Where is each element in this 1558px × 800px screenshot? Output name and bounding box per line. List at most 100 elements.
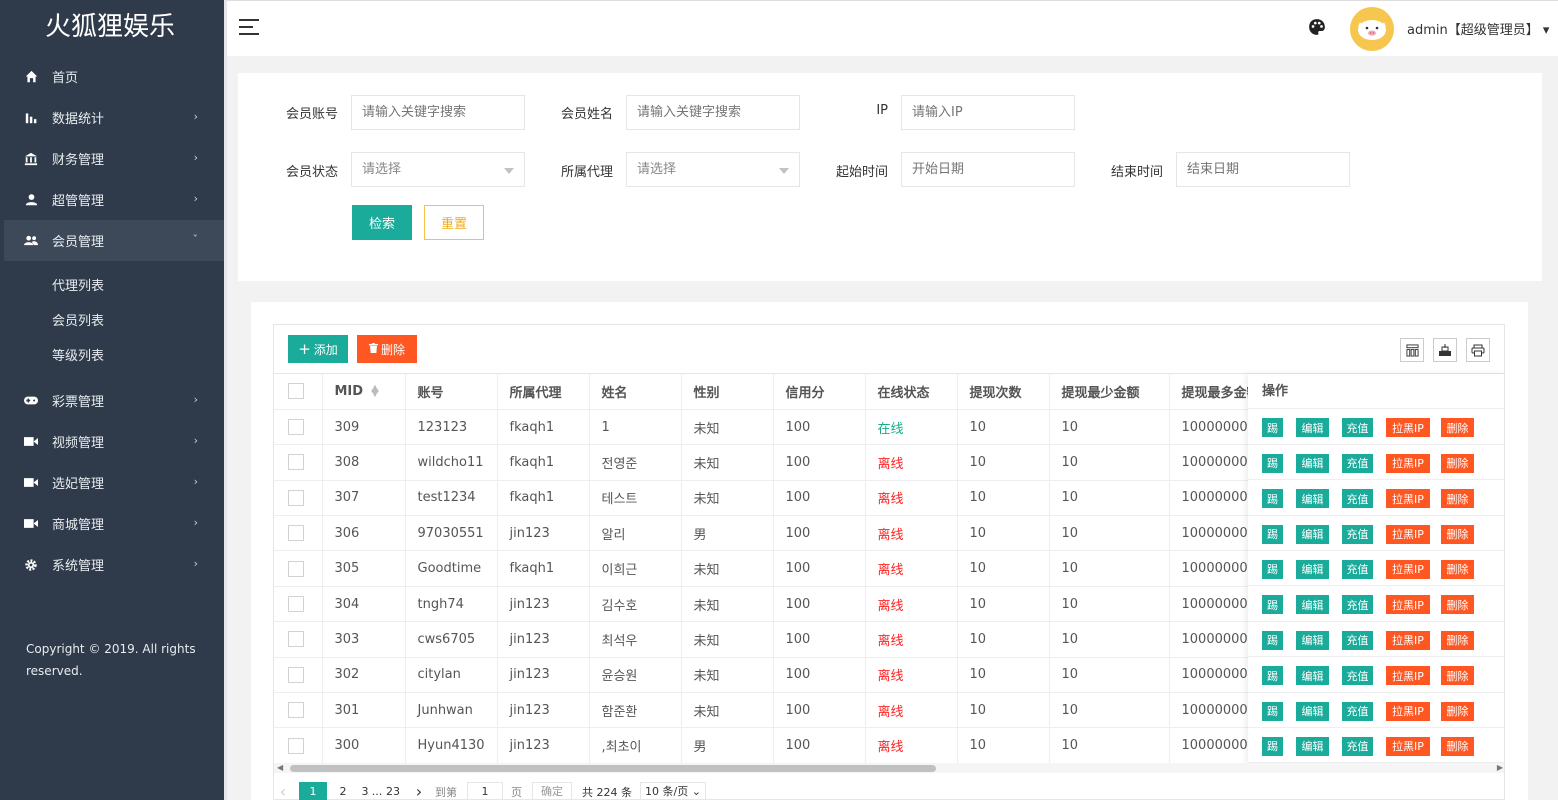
- row-checkbox[interactable]: [274, 444, 323, 481]
- submenu-item-agents[interactable]: 代理列表: [0, 269, 224, 304]
- blacklist-ip-button[interactable]: 拉黑IP: [1386, 666, 1430, 686]
- sidebar-item-mall[interactable]: 商城管理 ›: [0, 503, 224, 544]
- kick-button[interactable]: 踢: [1262, 559, 1283, 579]
- name-search-input[interactable]: [626, 95, 800, 130]
- edit-button[interactable]: 编辑: [1296, 666, 1329, 686]
- delete-row-button[interactable]: 删除: [1441, 524, 1474, 544]
- blacklist-ip-button[interactable]: 拉黑IP: [1386, 701, 1430, 721]
- reset-button[interactable]: 重置: [424, 205, 484, 240]
- blacklist-ip-button[interactable]: 拉黑IP: [1386, 453, 1430, 473]
- row-checkbox[interactable]: [274, 515, 323, 552]
- sidebar-item-finance[interactable]: 财务管理 ›: [0, 138, 224, 179]
- ip-search-input[interactable]: [901, 95, 1075, 130]
- recharge-button[interactable]: 充值: [1342, 559, 1373, 579]
- end-date-input[interactable]: [1176, 152, 1350, 187]
- scroll-left-icon[interactable]: ◀: [277, 763, 283, 772]
- delete-row-button[interactable]: 删除: [1441, 453, 1474, 473]
- scroll-right-icon[interactable]: ▶: [1497, 763, 1503, 772]
- recharge-button[interactable]: 充值: [1342, 595, 1373, 615]
- blacklist-ip-button[interactable]: 拉黑IP: [1386, 736, 1430, 756]
- recharge-button[interactable]: 充值: [1342, 489, 1373, 509]
- row-checkbox[interactable]: [274, 727, 323, 764]
- blacklist-ip-button[interactable]: 拉黑IP: [1386, 418, 1430, 438]
- goto-confirm-button[interactable]: 确定: [532, 782, 572, 800]
- kick-button[interactable]: 踢: [1262, 736, 1283, 756]
- row-checkbox[interactable]: [274, 480, 323, 517]
- scrollbar-thumb[interactable]: [290, 765, 936, 772]
- page-1-button[interactable]: 1: [299, 782, 327, 800]
- avatar[interactable]: [1350, 7, 1394, 51]
- kick-button[interactable]: 踢: [1262, 701, 1283, 721]
- kick-button[interactable]: 踢: [1262, 595, 1283, 615]
- sidebar-item-home[interactable]: 首页: [0, 56, 224, 97]
- edit-button[interactable]: 编辑: [1296, 630, 1329, 650]
- edit-button[interactable]: 编辑: [1296, 701, 1329, 721]
- edit-button[interactable]: 编辑: [1296, 736, 1329, 756]
- delete-row-button[interactable]: 删除: [1441, 666, 1474, 686]
- row-checkbox[interactable]: [274, 409, 323, 446]
- export-icon[interactable]: [1433, 338, 1457, 362]
- submenu-item-members[interactable]: 会员列表: [0, 304, 224, 339]
- delete-row-button[interactable]: 删除: [1441, 736, 1474, 756]
- horizontal-scrollbar[interactable]: ◀ ▶: [274, 763, 1504, 773]
- next-page-button[interactable]: ›: [409, 782, 429, 800]
- search-button[interactable]: 检索: [352, 205, 412, 240]
- row-checkbox[interactable]: [274, 692, 323, 729]
- sidebar-item-super-admin[interactable]: 超管管理 ›: [0, 179, 224, 220]
- delete-row-button[interactable]: 删除: [1441, 418, 1474, 438]
- kick-button[interactable]: 踢: [1262, 524, 1283, 544]
- submenu-item-levels[interactable]: 等级列表: [0, 339, 224, 374]
- blacklist-ip-button[interactable]: 拉黑IP: [1386, 524, 1430, 544]
- recharge-button[interactable]: 充值: [1342, 418, 1373, 438]
- page-2-button[interactable]: 2: [333, 782, 353, 800]
- sidebar-item-statistics[interactable]: 数据统计 ›: [0, 97, 224, 138]
- kick-button[interactable]: 踢: [1262, 489, 1283, 509]
- start-date-input[interactable]: [901, 152, 1075, 187]
- delete-row-button[interactable]: 删除: [1441, 595, 1474, 615]
- edit-button[interactable]: 编辑: [1296, 559, 1329, 579]
- delete-row-button[interactable]: 删除: [1441, 630, 1474, 650]
- column-header-mid[interactable]: MID ▲ ▼: [322, 374, 406, 410]
- row-checkbox[interactable]: [274, 586, 323, 623]
- edit-button[interactable]: 编辑: [1296, 453, 1329, 473]
- edit-button[interactable]: 编辑: [1296, 418, 1329, 438]
- delete-row-button[interactable]: 删除: [1441, 489, 1474, 509]
- blacklist-ip-button[interactable]: 拉黑IP: [1386, 630, 1430, 650]
- sidebar-item-members[interactable]: 会员管理 ˇ: [0, 220, 224, 261]
- kick-button[interactable]: 踢: [1262, 453, 1283, 473]
- recharge-button[interactable]: 充值: [1342, 453, 1373, 473]
- row-checkbox[interactable]: [274, 657, 323, 694]
- recharge-button[interactable]: 充值: [1342, 736, 1373, 756]
- delete-row-button[interactable]: 删除: [1441, 559, 1474, 579]
- delete-row-button[interactable]: 删除: [1441, 701, 1474, 721]
- blacklist-ip-button[interactable]: 拉黑IP: [1386, 559, 1430, 579]
- page-3-button[interactable]: 3: [359, 782, 371, 800]
- blacklist-ip-button[interactable]: 拉黑IP: [1386, 595, 1430, 615]
- edit-button[interactable]: 编辑: [1296, 595, 1329, 615]
- add-button[interactable]: + 添加: [288, 335, 348, 363]
- row-checkbox[interactable]: [274, 550, 323, 587]
- print-icon[interactable]: [1466, 338, 1490, 362]
- kick-button[interactable]: 踢: [1262, 630, 1283, 650]
- menu-toggle-icon[interactable]: [239, 19, 259, 35]
- sort-icon[interactable]: ▲ ▼: [371, 384, 379, 399]
- sidebar-item-lottery[interactable]: 彩票管理 ›: [0, 380, 224, 421]
- per-page-select[interactable]: 10 条/页 ⌄: [640, 782, 706, 800]
- delete-button[interactable]: 删除: [357, 335, 417, 363]
- sidebar-item-concubine[interactable]: 选妃管理 ›: [0, 462, 224, 503]
- page-23-button[interactable]: 23: [383, 782, 403, 800]
- edit-button[interactable]: 编辑: [1296, 489, 1329, 509]
- recharge-button[interactable]: 充值: [1342, 524, 1373, 544]
- account-search-input[interactable]: [351, 95, 525, 130]
- recharge-button[interactable]: 充值: [1342, 666, 1373, 686]
- row-checkbox[interactable]: [274, 621, 323, 658]
- recharge-button[interactable]: 充值: [1342, 630, 1373, 650]
- prev-page-button[interactable]: ‹: [273, 782, 293, 800]
- agent-select[interactable]: 请选择: [626, 152, 800, 187]
- sidebar-item-system[interactable]: 系统管理 ›: [0, 544, 224, 585]
- kick-button[interactable]: 踢: [1262, 418, 1283, 438]
- edit-button[interactable]: 编辑: [1296, 524, 1329, 544]
- goto-page-input[interactable]: 1: [467, 782, 503, 800]
- status-select[interactable]: 请选择: [351, 152, 525, 187]
- kick-button[interactable]: 踢: [1262, 666, 1283, 686]
